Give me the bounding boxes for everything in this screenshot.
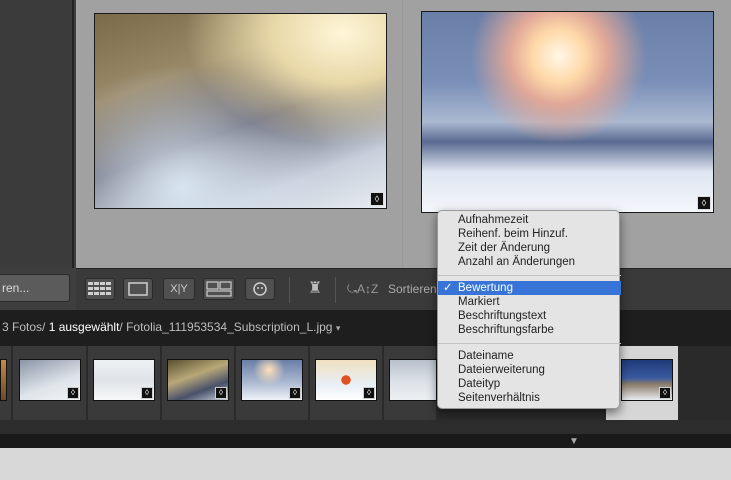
filmstrip-thumbnail: ◊ xyxy=(315,359,377,401)
sort-menu-item[interactable]: Dateityp xyxy=(438,377,621,391)
tag-icon: ◊ xyxy=(67,387,79,399)
library-toolbar: X|Y ♜ ⤿A↕Z Sortieren xyxy=(76,268,731,310)
triangle-down-icon[interactable]: ▼ xyxy=(569,436,579,447)
filmstrip-thumbnail: ◊ xyxy=(19,359,81,401)
filmstrip-thumbnail: ◊ xyxy=(241,359,303,401)
photo-count: 3 Fotos/ xyxy=(2,320,46,334)
import-button[interactable]: ren... xyxy=(0,274,70,302)
chevron-down-icon[interactable]: ▾ xyxy=(336,323,341,333)
filmstrip-cell[interactable]: ◊ xyxy=(236,346,309,420)
filmstrip: ◊ ◊ ◊ ◊ ◊ ◊ xyxy=(0,346,731,420)
compare-view-button[interactable]: X|Y xyxy=(163,278,195,300)
filmstrip-thumbnail xyxy=(0,359,7,401)
tag-icon: ◊ xyxy=(141,387,153,399)
compare-icon: X|Y xyxy=(170,283,188,295)
filmstrip-cell[interactable]: ◊ xyxy=(88,346,161,420)
photo-thumbnail[interactable]: ◊ xyxy=(94,13,387,209)
menu-separator xyxy=(438,275,621,276)
survey-view-button[interactable] xyxy=(203,278,235,300)
tag-icon: ◊ xyxy=(370,192,384,206)
sort-menu-item-label: Bewertung xyxy=(458,282,513,294)
painter-icon[interactable]: ♜ xyxy=(307,277,323,301)
sort-menu-item[interactable]: Aufnahmezeit xyxy=(438,213,621,227)
filmstrip-cell[interactable]: ◊ xyxy=(13,346,87,420)
toolbar-divider xyxy=(289,277,290,303)
filmstrip-thumbnail: ◊ xyxy=(93,359,155,401)
filmstrip-thumbnail: ◊ xyxy=(621,359,673,401)
sort-label: Sortieren xyxy=(388,282,437,296)
loupe-icon xyxy=(128,282,148,296)
face-icon xyxy=(253,282,267,296)
grid-icon xyxy=(88,282,111,295)
sort-menu-item[interactable]: Beschriftungstext xyxy=(438,309,621,323)
sort-menu-item[interactable]: Seitenverhältnis xyxy=(438,391,621,405)
sort-dropdown-menu: Aufnahmezeit Reihenf. beim Hinzuf. Zeit de… xyxy=(437,210,621,409)
loupe-view-button[interactable] xyxy=(123,278,153,300)
sort-menu-item[interactable]: Reihenf. beim Hinzuf. xyxy=(438,227,621,241)
left-panel: ren... xyxy=(0,0,76,310)
left-panel-content xyxy=(0,0,74,268)
filmstrip-cell[interactable] xyxy=(0,346,12,420)
survey-icon xyxy=(206,281,232,297)
menu-separator xyxy=(438,343,621,344)
people-view-button[interactable] xyxy=(245,278,275,300)
tag-icon: ◊ xyxy=(215,387,227,399)
tag-icon: ◊ xyxy=(697,196,711,210)
sort-menu-item[interactable]: Markiert xyxy=(438,295,621,309)
lightroom-library-window: ren... ◊ ◊ X|Y ♜ ⤿A↕Z Sortieren 3 Fotos/… xyxy=(0,0,731,480)
sort-menu-item[interactable]: Dateierweiterung xyxy=(438,363,621,377)
sort-menu-item[interactable]: Zeit der Änderung xyxy=(438,241,621,255)
sort-menu-item[interactable]: Beschriftungsfarbe xyxy=(438,323,621,337)
tag-icon: ◊ xyxy=(289,387,301,399)
filmstrip-thumbnail: ◊ xyxy=(167,359,229,401)
photo-thumbnail[interactable]: ◊ xyxy=(421,11,714,213)
tag-icon: ◊ xyxy=(659,387,671,399)
filmstrip-cell[interactable] xyxy=(384,346,437,420)
toolbar-divider xyxy=(335,277,336,303)
filename-label[interactable]: / Fotolia_111953534_Subscription_L.jpg xyxy=(119,320,332,334)
filmstrip-header: 3 Fotos/ 1 ausgewählt/ Fotolia_111953534… xyxy=(0,310,731,346)
tag-icon: ◊ xyxy=(363,387,375,399)
sort-direction-icon[interactable]: ⤿A↕Z xyxy=(347,278,381,300)
filmstrip-scrollbar[interactable] xyxy=(0,420,731,434)
filmstrip-cell[interactable]: ◊ xyxy=(310,346,383,420)
sort-menu-item-checked[interactable]: ✓ Bewertung xyxy=(438,281,621,295)
checkmark-icon: ✓ xyxy=(443,282,453,294)
filmstrip-cell[interactable]: ◊ xyxy=(162,346,235,420)
sort-menu-item[interactable]: Anzahl an Änderungen xyxy=(438,255,621,269)
filmstrip-thumbnail xyxy=(389,359,437,401)
bottom-panel-bar xyxy=(0,434,731,448)
selection-count: 1 ausgewählt xyxy=(48,320,120,334)
grid-view-button[interactable] xyxy=(85,278,115,300)
sort-menu-item[interactable]: Dateiname xyxy=(438,349,621,363)
